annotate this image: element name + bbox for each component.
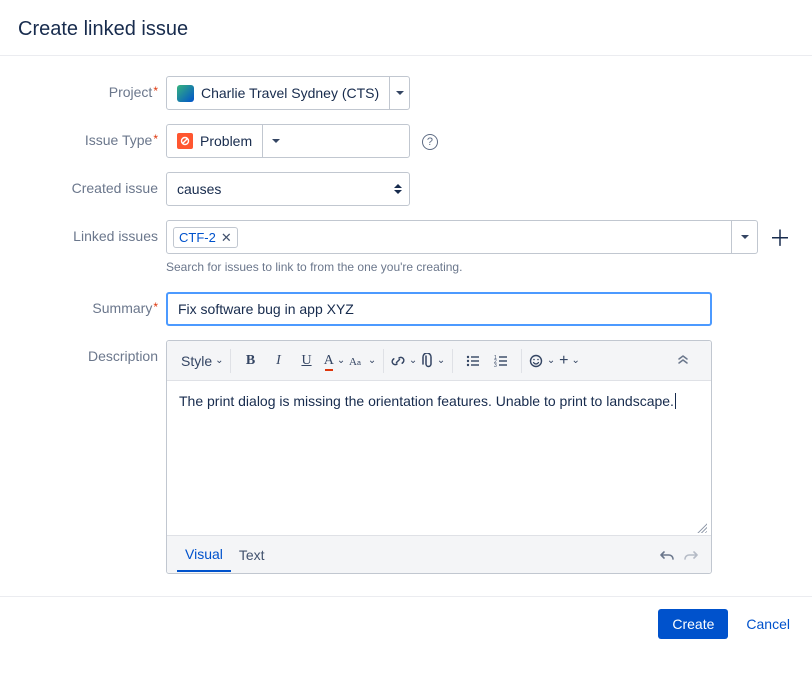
linked-issues-row: Linked issues CTF-2 ✕ ＋ (18, 220, 794, 274)
problem-type-icon (177, 133, 193, 149)
created-issue-row: Created issue causes (18, 172, 794, 206)
linked-issues-field: CTF-2 ✕ ＋ Search for issues to link to f… (166, 220, 794, 274)
chevron-down-icon: ⌄ (547, 355, 555, 366)
link-button[interactable]: ⌄ (390, 347, 418, 375)
resize-handle-icon[interactable] (695, 521, 707, 533)
linked-issues-label: Linked issues (18, 220, 166, 244)
project-label: Project* (18, 76, 166, 100)
dialog-title: Create linked issue (18, 18, 794, 41)
description-label: Description (18, 340, 166, 364)
issue-type-select-value: Problem (167, 125, 262, 157)
text-tab[interactable]: Text (231, 539, 273, 571)
chevron-down-icon (396, 91, 404, 95)
chevron-down-icon (741, 235, 749, 239)
dialog-footer: Create Cancel (0, 596, 812, 651)
chevron-down-icon (272, 139, 280, 143)
editor-toolbar: Style⌄ B I U A⌄ Aa ⌄ (167, 341, 711, 381)
link-type-select[interactable]: causes (166, 172, 410, 206)
summary-field (166, 292, 794, 326)
chevron-down-icon: ⌄ (337, 355, 345, 366)
linked-issues-hint: Search for issues to link to from the on… (166, 260, 794, 274)
project-row: Project* Charlie Travel Sydney (CTS) (18, 76, 794, 110)
project-field: Charlie Travel Sydney (CTS) (166, 76, 794, 110)
remove-token-icon[interactable]: ✕ (221, 231, 232, 244)
attachment-button[interactable]: ⌄ (418, 347, 446, 375)
help-icon[interactable]: ? (422, 134, 438, 150)
svg-text:3: 3 (494, 363, 497, 369)
summary-input[interactable] (166, 292, 712, 326)
style-dropdown[interactable]: Style⌄ (181, 347, 224, 375)
collapse-toolbar-button[interactable] (669, 347, 697, 375)
linked-issues-input[interactable]: CTF-2 ✕ (166, 220, 758, 254)
chevron-down-icon: ⌄ (409, 355, 417, 366)
text-color-button[interactable]: A⌄ (321, 347, 349, 375)
emoji-button[interactable]: ⌄ (528, 347, 556, 375)
chevron-down-icon: ⌄ (368, 355, 376, 366)
created-issue-field: causes (166, 172, 794, 206)
issue-token-label: CTF-2 (179, 230, 216, 245)
project-select[interactable]: Charlie Travel Sydney (CTS) (166, 76, 410, 110)
required-marker: * (153, 132, 158, 146)
issue-type-label: Issue Type* (18, 124, 166, 148)
summary-label: Summary* (18, 292, 166, 316)
bullet-list-button[interactable] (459, 347, 487, 375)
italic-button[interactable]: I (265, 347, 293, 375)
visual-tab[interactable]: Visual (177, 538, 231, 572)
rich-text-editor: Style⌄ B I U A⌄ Aa ⌄ (166, 340, 712, 574)
chevron-down-icon: ⌄ (215, 355, 223, 366)
text-cursor (674, 393, 676, 409)
issue-type-row: Issue Type* Problem ? (18, 124, 794, 158)
more-format-button[interactable]: Aa ⌄ (349, 347, 377, 375)
issue-type-select[interactable]: Problem (166, 124, 410, 158)
description-textarea[interactable]: The print dialog is missing the orientat… (167, 381, 711, 521)
required-marker: * (153, 84, 158, 98)
svg-text:A: A (349, 356, 357, 368)
linked-issues-dropdown-button[interactable] (731, 221, 757, 253)
project-select-dropdown-button[interactable] (389, 77, 409, 109)
svg-text:a: a (357, 360, 361, 367)
chevron-down-icon: ⌄ (437, 355, 445, 366)
chevron-down-icon: ⌄ (571, 355, 579, 366)
project-avatar-icon (177, 85, 194, 102)
issue-token[interactable]: CTF-2 ✕ (173, 227, 238, 248)
required-marker: * (153, 300, 158, 314)
created-issue-label: Created issue (18, 172, 166, 196)
create-button[interactable]: Create (658, 609, 728, 639)
create-linked-issue-dialog: Create linked issue Project* Charlie Tra… (0, 0, 812, 651)
undo-button[interactable] (657, 548, 675, 562)
underline-button[interactable]: U (293, 347, 321, 375)
editor-footer: Visual Text (167, 535, 711, 573)
bold-button[interactable]: B (237, 347, 265, 375)
description-text: The print dialog is missing the orientat… (179, 393, 674, 409)
redo-button[interactable] (683, 548, 701, 562)
issue-type-dropdown-button[interactable] (262, 125, 288, 157)
editor-resize-area (167, 521, 711, 535)
add-linked-issue-button[interactable]: ＋ (766, 220, 794, 254)
description-field: Style⌄ B I U A⌄ Aa ⌄ (166, 340, 794, 574)
summary-row: Summary* (18, 292, 794, 326)
form-body: Project* Charlie Travel Sydney (CTS) Iss… (0, 56, 812, 596)
numbered-list-button[interactable]: 123 (487, 347, 515, 375)
dialog-header: Create linked issue (0, 0, 812, 56)
description-row: Description Style⌄ B I U (18, 340, 794, 574)
insert-more-button[interactable]: +⌄ (556, 347, 584, 375)
history-controls (657, 548, 701, 562)
cancel-button[interactable]: Cancel (742, 612, 794, 636)
project-select-value: Charlie Travel Sydney (CTS) (167, 77, 389, 109)
issue-type-field: Problem ? (166, 124, 794, 158)
